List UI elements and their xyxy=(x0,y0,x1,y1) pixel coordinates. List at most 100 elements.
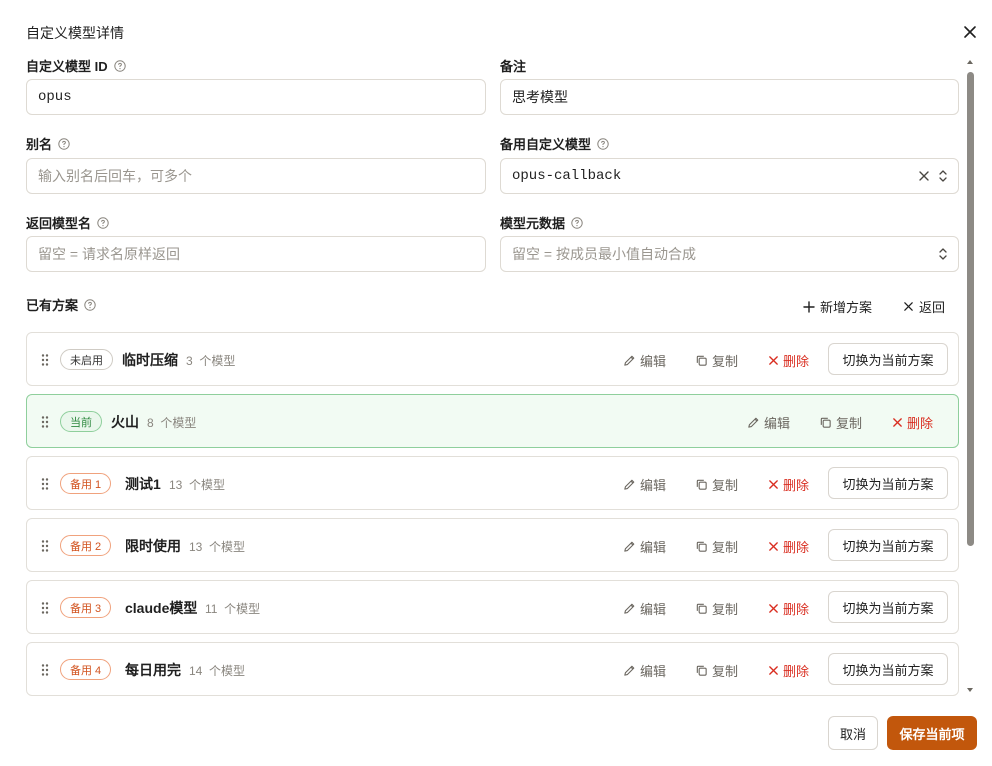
plan-status-badge: 备用 3 xyxy=(60,597,112,618)
chevron-updown-icon[interactable] xyxy=(938,169,948,183)
plan-model-count: 13 个模型 xyxy=(189,540,246,554)
copy-button[interactable]: 复制 xyxy=(695,537,738,556)
delete-button[interactable]: 删除 xyxy=(768,475,809,494)
plan-status-badge: 备用 2 xyxy=(60,535,112,556)
plan-row[interactable]: 当前 火山 8 个模型 编辑 复制 删除 xyxy=(26,394,959,448)
select-controls xyxy=(918,159,948,193)
copy-icon xyxy=(696,355,707,366)
plan-name: 每日用完 xyxy=(125,662,181,678)
switch-plan-button[interactable]: 切换为当前方案 xyxy=(828,591,948,623)
switch-plan-button[interactable]: 切换为当前方案 xyxy=(828,467,948,499)
plan-model-count: 3 个模型 xyxy=(186,354,236,368)
plan-row[interactable]: 备用 4 每日用完 14 个模型 编辑 复制 删除 切换为当前方案 xyxy=(26,642,959,696)
back-button[interactable]: 返回 xyxy=(903,297,945,316)
edit-button[interactable]: 编辑 xyxy=(623,661,666,680)
return-name-label: 返回模型名 xyxy=(26,213,109,232)
alias-input[interactable]: 输入别名后回车，可多个 xyxy=(26,158,486,194)
switch-plan-button[interactable]: 切换为当前方案 xyxy=(828,529,948,561)
plan-row[interactable]: 未启用 临时压缩 3 个模型 编辑 复制 删除 切换为当前方案 xyxy=(26,332,959,386)
drag-handle-icon[interactable] xyxy=(40,539,50,553)
edit-icon xyxy=(624,665,635,676)
plan-row[interactable]: 备用 2 限时使用 13 个模型 编辑 复制 删除 切换为当前方案 xyxy=(26,518,959,572)
close-icon[interactable] xyxy=(961,23,979,41)
drag-handle-icon[interactable] xyxy=(40,663,50,677)
edit-button[interactable]: 编辑 xyxy=(747,413,790,432)
edit-icon xyxy=(624,479,635,490)
edit-icon xyxy=(748,417,759,428)
drag-handle-icon[interactable] xyxy=(40,601,50,615)
plans-section-label: 已有方案 xyxy=(26,295,96,314)
alias-placeholder: 输入别名后回车，可多个 xyxy=(38,168,192,184)
copy-button[interactable]: 复制 xyxy=(695,661,738,680)
plan-status-badge: 备用 4 xyxy=(60,659,112,680)
plan-name: 限时使用 xyxy=(125,538,181,554)
return-name-placeholder: 留空 = 请求名原样返回 xyxy=(38,246,180,262)
copy-button[interactable]: 复制 xyxy=(695,475,738,494)
drag-handle-icon[interactable] xyxy=(40,415,50,429)
plan-row[interactable]: 备用 1 测试1 13 个模型 编辑 复制 删除 切换为当前方案 xyxy=(26,456,959,510)
clear-icon[interactable] xyxy=(918,170,930,182)
model-id-value: opus xyxy=(38,89,72,105)
delete-icon xyxy=(893,418,902,427)
remark-value: 思考模型 xyxy=(512,89,568,105)
scrollbar-thumb[interactable] xyxy=(967,72,974,546)
plan-status-badge: 未启用 xyxy=(60,349,113,370)
copy-icon xyxy=(820,417,831,428)
delete-button[interactable]: 删除 xyxy=(768,661,809,680)
plan-row[interactable]: 备用 3 claude模型 11 个模型 编辑 复制 删除 切换为当前方案 xyxy=(26,580,959,634)
model-detail-dialog: 自定义模型详情 自定义模型 ID opus 备注 思考模型 别名 输入别名后回车… xyxy=(0,0,992,766)
alias-label: 别名 xyxy=(26,134,70,153)
delete-button[interactable]: 删除 xyxy=(768,599,809,618)
help-icon[interactable] xyxy=(597,137,609,150)
edit-icon xyxy=(624,355,635,366)
copy-icon xyxy=(696,603,707,614)
help-icon[interactable] xyxy=(84,298,96,311)
plan-model-count: 8 个模型 xyxy=(147,416,197,430)
plan-model-count: 14 个模型 xyxy=(189,664,246,678)
cancel-button[interactable]: 取消 xyxy=(828,716,878,750)
remark-input[interactable]: 思考模型 xyxy=(500,79,959,115)
plan-status-badge: 当前 xyxy=(60,411,102,432)
add-plan-button[interactable]: 新增方案 xyxy=(803,297,872,316)
fallback-model-value: opus-callback xyxy=(512,168,622,184)
edit-button[interactable]: 编辑 xyxy=(623,537,666,556)
help-icon[interactable] xyxy=(58,137,70,150)
delete-button[interactable]: 删除 xyxy=(892,413,933,432)
delete-icon xyxy=(769,356,778,365)
save-button[interactable]: 保存当前项 xyxy=(887,716,977,750)
drag-handle-icon[interactable] xyxy=(40,477,50,491)
switch-plan-button[interactable]: 切换为当前方案 xyxy=(828,343,948,375)
copy-icon xyxy=(696,479,707,490)
drag-handle-icon[interactable] xyxy=(40,353,50,367)
scroll-up-icon[interactable] xyxy=(966,58,974,66)
model-id-label: 自定义模型 ID xyxy=(26,56,126,75)
scroll-down-icon[interactable] xyxy=(966,686,974,694)
copy-button[interactable]: 复制 xyxy=(695,351,738,370)
metadata-select[interactable]: 留空 = 按成员最小值自动合成 xyxy=(500,236,959,272)
copy-icon xyxy=(696,665,707,676)
copy-icon xyxy=(696,541,707,552)
help-icon[interactable] xyxy=(113,59,126,72)
help-icon[interactable] xyxy=(97,216,109,229)
select-controls xyxy=(938,237,948,271)
plan-name: 火山 xyxy=(111,414,139,430)
help-icon[interactable] xyxy=(571,216,583,229)
model-id-input[interactable]: opus xyxy=(26,79,486,115)
copy-button[interactable]: 复制 xyxy=(819,413,862,432)
close-icon xyxy=(904,302,913,311)
edit-button[interactable]: 编辑 xyxy=(623,351,666,370)
switch-plan-button[interactable]: 切换为当前方案 xyxy=(828,653,948,685)
fallback-model-select[interactable]: opus-callback xyxy=(500,158,959,194)
copy-button[interactable]: 复制 xyxy=(695,599,738,618)
edit-button[interactable]: 编辑 xyxy=(623,599,666,618)
plan-name: 测试1 xyxy=(125,476,161,492)
return-name-input[interactable]: 留空 = 请求名原样返回 xyxy=(26,236,486,272)
edit-button[interactable]: 编辑 xyxy=(623,475,666,494)
dialog-title: 自定义模型详情 xyxy=(26,25,124,41)
chevron-updown-icon[interactable] xyxy=(938,247,948,261)
delete-button[interactable]: 删除 xyxy=(768,537,809,556)
delete-icon xyxy=(769,480,778,489)
delete-button[interactable]: 删除 xyxy=(768,351,809,370)
edit-icon xyxy=(624,603,635,614)
plan-model-count: 11 个模型 xyxy=(205,602,261,616)
